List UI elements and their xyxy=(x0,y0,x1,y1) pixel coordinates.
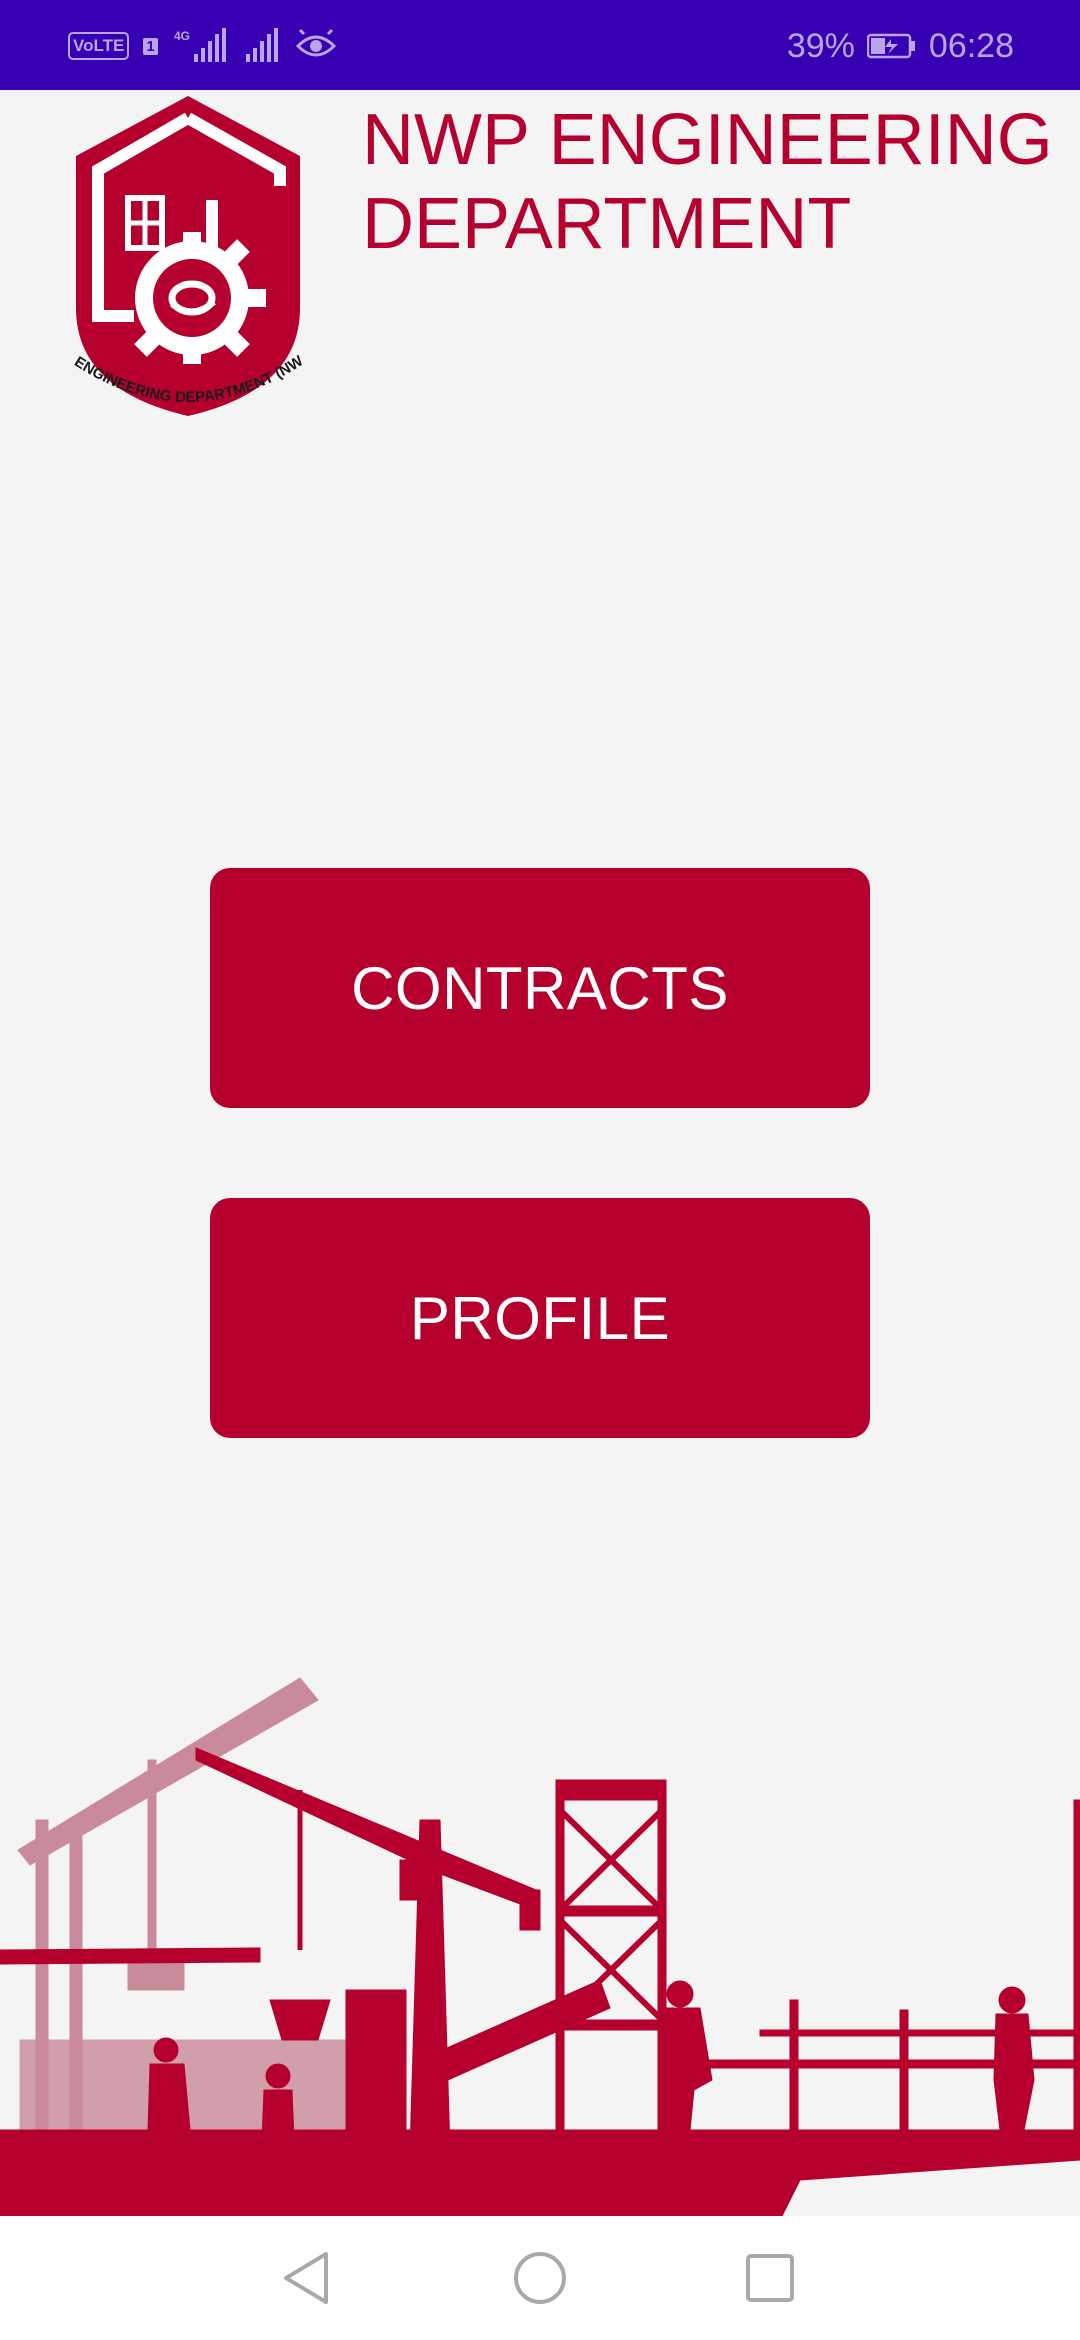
home-icon[interactable] xyxy=(500,2238,580,2318)
network-type: 4G xyxy=(174,29,190,43)
battery-percent: 39% xyxy=(786,26,855,65)
back-icon[interactable] xyxy=(268,2238,348,2318)
status-right: 39% 06:28 xyxy=(787,22,1014,70)
signal-icon xyxy=(245,28,278,62)
status-indicators: VoLTE 1 4G xyxy=(68,26,336,66)
recents-icon[interactable] xyxy=(730,2238,810,2318)
volte-icon: VoLTE xyxy=(68,32,130,60)
contracts-button[interactable]: CONTRACTS xyxy=(210,868,870,1108)
navigation-bar xyxy=(0,2216,1080,2340)
profile-button[interactable]: PROFILE xyxy=(210,1198,870,1438)
title-line-2: DEPARTMENT xyxy=(362,184,852,264)
clock: 06:28 xyxy=(928,26,1014,65)
status-bar: VoLTE 1 4G 39% 06:28 xyxy=(0,0,1080,90)
battery-charging-icon xyxy=(866,33,915,59)
signal-icon: 4G xyxy=(174,28,226,62)
eye-icon xyxy=(295,28,336,57)
page-title: NWP ENGINEERING DEPARTMENT xyxy=(362,98,1062,266)
sim-indicator: 1 xyxy=(143,37,158,55)
department-logo: ENGINEERING DEPARTMENT (NWP) xyxy=(62,90,307,416)
construction-illustration xyxy=(0,1677,1080,2220)
title-line-1: NWP ENGINEERING xyxy=(362,100,1053,180)
